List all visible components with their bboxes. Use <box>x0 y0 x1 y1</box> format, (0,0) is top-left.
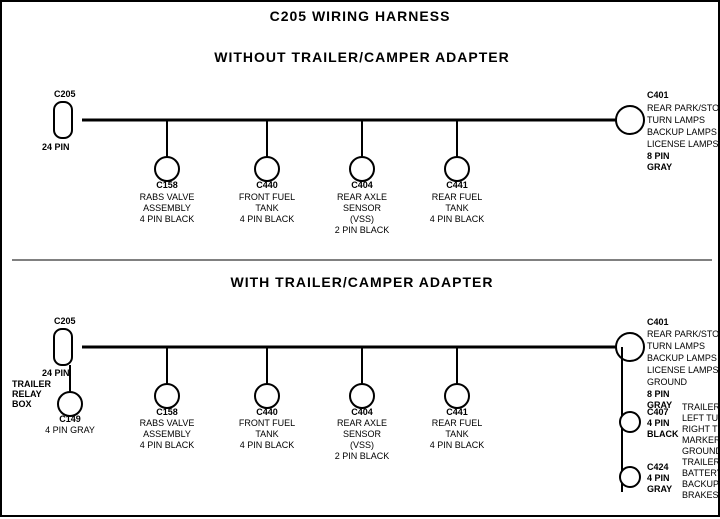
svg-text:BOX: BOX <box>12 399 32 409</box>
svg-text:BACKUP LAMPS: BACKUP LAMPS <box>647 127 717 137</box>
svg-text:BATTERY CHARGE: BATTERY CHARGE <box>682 468 720 478</box>
svg-text:4 PIN BLACK: 4 PIN BLACK <box>240 214 295 224</box>
svg-text:REAR FUEL: REAR FUEL <box>432 418 483 428</box>
svg-text:C401: C401 <box>647 90 669 100</box>
svg-text:WITHOUT TRAILER/CAMPER ADAPT: WITHOUT TRAILER/CAMPER ADAPTER <box>214 49 509 65</box>
svg-text:4 PIN BLACK: 4 PIN BLACK <box>140 214 195 224</box>
svg-text:8 PIN: 8 PIN <box>647 151 670 161</box>
svg-text:TANK: TANK <box>255 429 278 439</box>
svg-text:C205: C205 <box>54 89 76 99</box>
svg-text:C205: C205 <box>54 316 76 326</box>
svg-text:FRONT FUEL: FRONT FUEL <box>239 192 295 202</box>
svg-text:TRAILER WIRES: TRAILER WIRES <box>682 457 720 467</box>
svg-text:RIGHT TURN: RIGHT TURN <box>682 424 720 434</box>
svg-text:REAR AXLE: REAR AXLE <box>337 192 387 202</box>
svg-text:BRAKES: BRAKES <box>682 490 719 500</box>
svg-text:MARKER: MARKER <box>682 435 720 445</box>
svg-text:8 PIN: 8 PIN <box>647 389 670 399</box>
svg-text:GRAY: GRAY <box>647 162 672 172</box>
svg-text:RELAY: RELAY <box>12 389 42 399</box>
svg-text:REAR PARK/STOP: REAR PARK/STOP <box>647 329 720 339</box>
svg-text:GRAY: GRAY <box>647 484 672 494</box>
svg-text:C424: C424 <box>647 462 669 472</box>
svg-text:C158: C158 <box>156 180 178 190</box>
svg-text:BLACK: BLACK <box>647 429 679 439</box>
svg-text:TURN LAMPS: TURN LAMPS <box>647 115 705 125</box>
svg-text:TANK: TANK <box>255 203 278 213</box>
svg-text:C440: C440 <box>256 407 278 417</box>
svg-text:4 PIN: 4 PIN <box>647 473 670 483</box>
svg-text:C440: C440 <box>256 180 278 190</box>
svg-text:C404: C404 <box>351 407 373 417</box>
svg-text:C441: C441 <box>446 407 468 417</box>
svg-text:GROUND: GROUND <box>647 377 687 387</box>
svg-text:ASSEMBLY: ASSEMBLY <box>143 203 191 213</box>
svg-text:C404: C404 <box>351 180 373 190</box>
svg-text:2 PIN BLACK: 2 PIN BLACK <box>335 225 390 235</box>
svg-text:4 PIN BLACK: 4 PIN BLACK <box>140 440 195 450</box>
svg-text:4 PIN BLACK: 4 PIN BLACK <box>240 440 295 450</box>
svg-text:4 PIN BLACK: 4 PIN BLACK <box>430 440 485 450</box>
svg-text:4 PIN BLACK: 4 PIN BLACK <box>430 214 485 224</box>
svg-text:C407: C407 <box>647 407 669 417</box>
svg-text:GROUND: GROUND <box>682 446 720 456</box>
svg-text:WITH TRAILER/CAMPER ADAPTER: WITH TRAILER/CAMPER ADAPTER <box>231 274 494 290</box>
svg-text:SENSOR: SENSOR <box>343 203 382 213</box>
svg-text:FRONT FUEL: FRONT FUEL <box>239 418 295 428</box>
svg-text:REAR AXLE: REAR AXLE <box>337 418 387 428</box>
svg-text:2 PIN BLACK: 2 PIN BLACK <box>335 451 390 461</box>
svg-text:BACKUP LAMPS: BACKUP LAMPS <box>647 353 717 363</box>
svg-text:4 PIN: 4 PIN <box>647 418 670 428</box>
page: C205 WIRING HARNESS WITHOUT TRAILER/CAMP… <box>0 0 720 517</box>
svg-text:4 PIN GRAY: 4 PIN GRAY <box>45 425 95 435</box>
svg-text:C401: C401 <box>647 317 669 327</box>
svg-text:24 PIN: 24 PIN <box>42 368 70 378</box>
svg-text:LEFT TURN: LEFT TURN <box>682 413 720 423</box>
svg-text:C158: C158 <box>156 407 178 417</box>
svg-text:TURN LAMPS: TURN LAMPS <box>647 341 705 351</box>
svg-text:ASSEMBLY: ASSEMBLY <box>143 429 191 439</box>
svg-text:TANK: TANK <box>445 203 468 213</box>
svg-text:TRAILER WIRES: TRAILER WIRES <box>682 402 720 412</box>
svg-text:C441: C441 <box>446 180 468 190</box>
svg-text:C149: C149 <box>59 414 81 424</box>
svg-text:RABS VALVE: RABS VALVE <box>140 418 195 428</box>
svg-text:REAR PARK/STOP: REAR PARK/STOP <box>647 103 720 113</box>
svg-text:RABS VALVE: RABS VALVE <box>140 192 195 202</box>
svg-text:LICENSE LAMPS: LICENSE LAMPS <box>647 139 719 149</box>
svg-text:(VSS): (VSS) <box>350 214 374 224</box>
svg-text:24 PIN: 24 PIN <box>42 142 70 152</box>
svg-text:(VSS): (VSS) <box>350 440 374 450</box>
svg-text:SENSOR: SENSOR <box>343 429 382 439</box>
svg-text:LICENSE LAMPS: LICENSE LAMPS <box>647 365 719 375</box>
wiring-diagram: WITHOUT TRAILER/CAMPER ADAPTER C205 24 P… <box>2 2 720 519</box>
svg-text:TANK: TANK <box>445 429 468 439</box>
svg-text:TRAILER: TRAILER <box>12 379 51 389</box>
svg-text:BACKUP: BACKUP <box>682 479 719 489</box>
svg-text:REAR FUEL: REAR FUEL <box>432 192 483 202</box>
